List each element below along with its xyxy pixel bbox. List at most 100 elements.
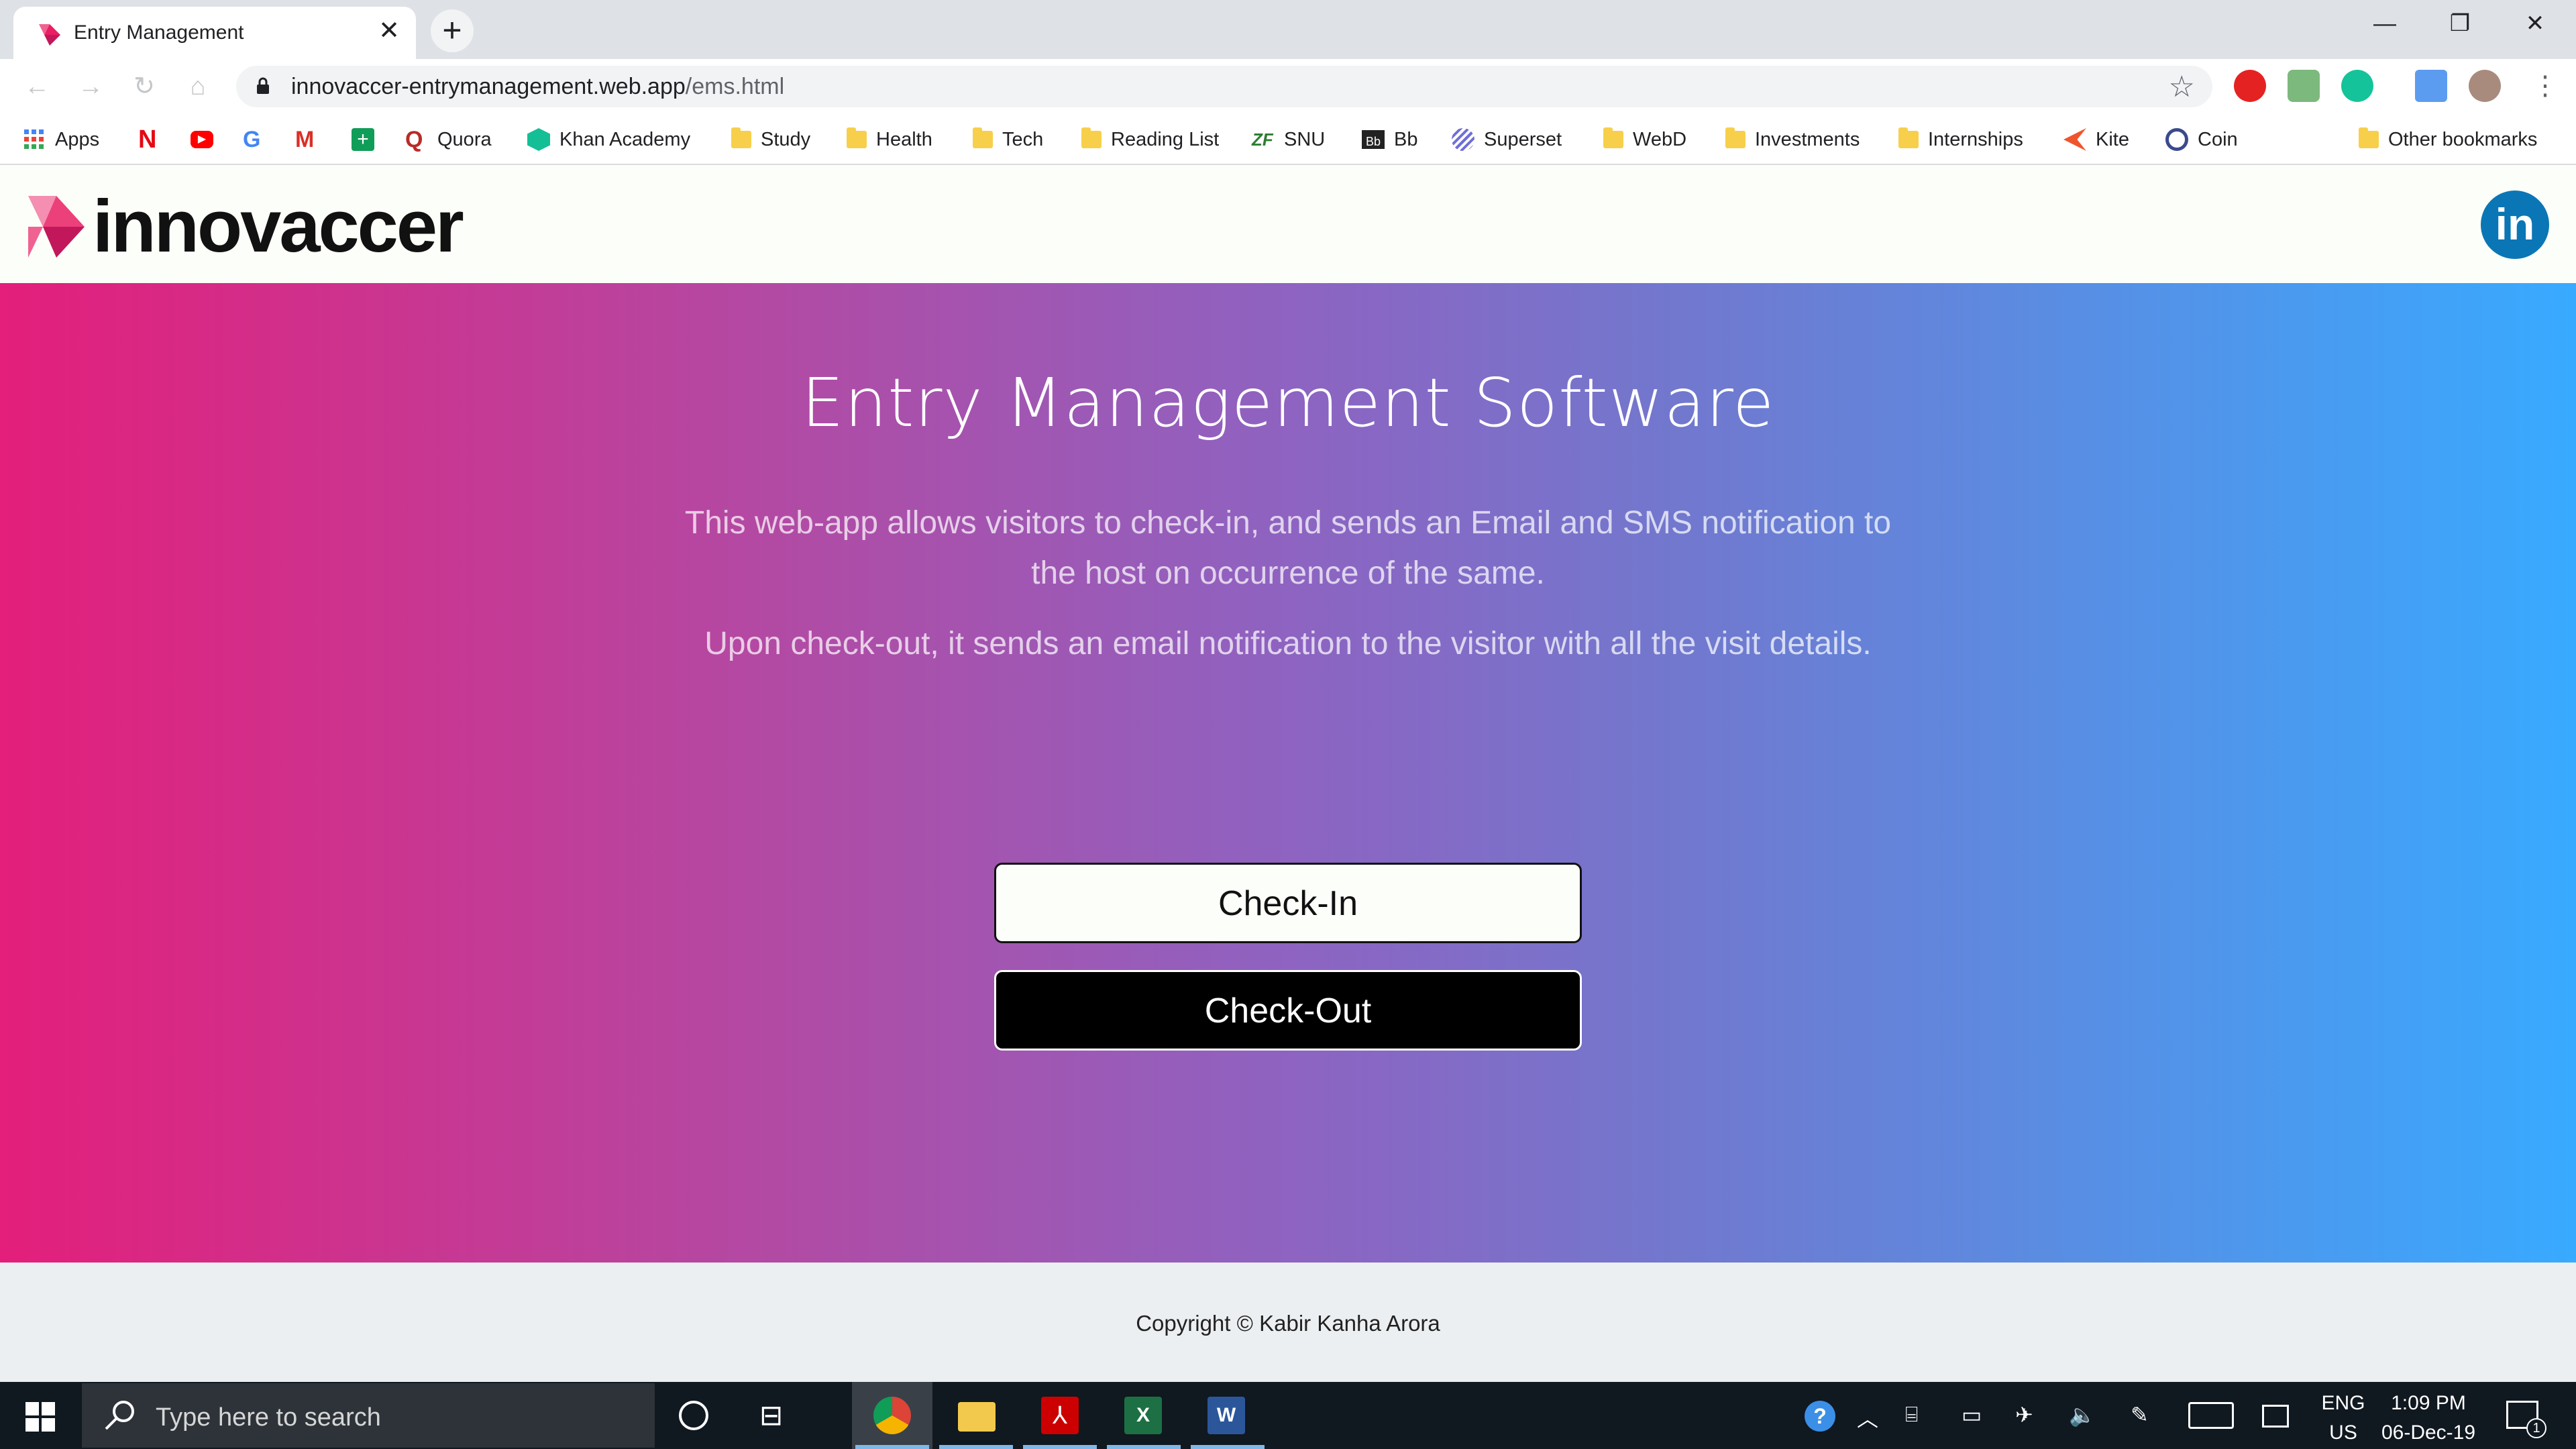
bookmark-other-bookmarks[interactable]: Other bookmarks [2359, 125, 2537, 154]
system-clock[interactable]: 1:09 PM 06-Dec-19 [2375, 1389, 2482, 1448]
bookmark-snu[interactable]: ZF SNU [1252, 125, 1325, 154]
bookmark-gmail[interactable]: M [295, 125, 327, 154]
bookmark-investments[interactable]: Investments [1725, 125, 1860, 154]
bookmark-superset[interactable]: Superset [1452, 125, 1562, 154]
url-text: innovaccer-entrymanagement.web.app/ems.h… [291, 74, 784, 100]
bookmark-quora[interactable]: Q Quora [405, 125, 492, 154]
bookmark-label: Reading List [1111, 128, 1220, 150]
site-footer: Copyright © Kabir Kanha Arora [0, 1263, 2576, 1382]
task-view-icon[interactable]: ⊟ [759, 1397, 797, 1434]
bookmark-label: Bb [1394, 128, 1418, 150]
sheets-icon: + [352, 128, 374, 151]
back-icon[interactable]: ← [19, 68, 55, 105]
bookmark-netflix[interactable]: N [138, 125, 170, 154]
taskbar-search-input[interactable]: Type here to search [82, 1383, 655, 1448]
linkedin-icon[interactable]: in [2481, 191, 2549, 259]
bookmark-star-icon[interactable]: ☆ [2169, 70, 2195, 104]
search-icon [105, 1401, 134, 1430]
chrome-icon[interactable] [873, 1397, 911, 1434]
bookmark-apps[interactable]: Apps [23, 125, 99, 154]
cast-icon[interactable] [2415, 70, 2447, 102]
bookmark-bb[interactable]: Bb Bb [1362, 125, 1417, 154]
excel-icon[interactable]: X [1124, 1397, 1162, 1434]
bookmark-label: Internships [1928, 128, 2023, 150]
menu-kebab-icon[interactable]: ⋮ [2529, 70, 2561, 102]
address-bar[interactable]: innovaccer-entrymanagement.web.app/ems.h… [236, 66, 2212, 107]
file-explorer-icon[interactable] [958, 1402, 996, 1432]
bookmark-label: Other bookmarks [2388, 128, 2538, 150]
folder-icon [1603, 127, 1623, 148]
google-icon: G [243, 127, 261, 152]
bookmark-reading-list[interactable]: Reading List [1081, 125, 1219, 154]
coin-icon [2165, 128, 2188, 151]
grammarly-extension-icon[interactable] [2341, 70, 2373, 102]
bookmark-study[interactable]: Study [731, 125, 810, 154]
language-indicator[interactable]: ENG US [2313, 1389, 2373, 1448]
chevron-up-icon[interactable]: ︿ [1857, 1402, 1878, 1433]
hero-section: Entry Management Software This web-app a… [0, 283, 2576, 1263]
bookmark-label: WebD [1633, 128, 1687, 150]
bookmark-label: Kite [2096, 128, 2129, 150]
airplane-mode-icon[interactable]: ✈ [2015, 1402, 2033, 1428]
windows-start-icon[interactable] [25, 1402, 55, 1432]
bookmarks-bar: Apps N ▶ G M + Q Quora Khan Academy Stud… [0, 114, 2576, 165]
blackboard-icon: Bb [1362, 130, 1385, 149]
bookmark-label: Health [876, 128, 932, 150]
bookmark-tech[interactable]: Tech [973, 125, 1043, 154]
taskbar-indicator [855, 1445, 929, 1449]
innovaccer-logo-icon [28, 196, 85, 258]
pen-icon[interactable]: ✎ [2131, 1402, 2149, 1428]
touch-keyboard-icon[interactable] [2188, 1402, 2234, 1429]
url-host: innovaccer-entrymanagement.web.app [291, 74, 686, 99]
page-title: Entry Management Software [801, 364, 1775, 442]
adblock-extension-icon[interactable] [2234, 70, 2266, 102]
meet-now-icon[interactable]: ⌸ [1905, 1402, 1918, 1428]
battery-icon[interactable]: ▭ [1962, 1402, 1982, 1428]
forward-icon[interactable]: → [72, 68, 109, 105]
snu-icon: ZF [1252, 129, 1273, 150]
extension-2-icon[interactable] [2288, 70, 2320, 102]
youtube-icon: ▶ [191, 131, 213, 148]
tab-title: Entry Management [74, 21, 244, 44]
minimize-icon[interactable]: — [2348, 0, 2422, 47]
new-tab-button[interactable]: + [431, 9, 474, 52]
reload-icon[interactable]: ↻ [126, 68, 162, 105]
folder-icon [1898, 127, 1919, 148]
site-header: innovaccer in [0, 165, 2576, 283]
browser-tab[interactable]: Entry Management ✕ [13, 7, 416, 59]
profile-avatar[interactable] [2469, 70, 2501, 102]
bookmark-coin[interactable]: Coin [2165, 125, 2238, 154]
taskbar-indicator [1107, 1445, 1181, 1449]
check-in-button[interactable]: Check-In [994, 863, 1582, 943]
tab-close-icon[interactable]: ✕ [373, 15, 405, 47]
close-window-icon[interactable]: ✕ [2498, 0, 2572, 47]
clock-time: 1:09 PM [2391, 1392, 2466, 1414]
bookmark-sheets[interactable]: + [352, 125, 384, 154]
brand-logo-text[interactable]: innovaccer [93, 184, 464, 269]
bookmark-webd[interactable]: WebD [1603, 125, 1686, 154]
bookmark-kite[interactable]: Kite [2063, 125, 2129, 154]
home-icon[interactable]: ⌂ [180, 68, 216, 105]
description-paragraph-1: This web-app allows visitors to check-in… [684, 505, 1892, 591]
volume-icon[interactable]: 🔈 [2069, 1402, 2096, 1428]
copyright-text: Copyright © Kabir Kanha Arora [1136, 1311, 1440, 1336]
bookmark-khan-academy[interactable]: Khan Academy [527, 125, 690, 154]
bookmark-youtube[interactable]: ▶ [191, 125, 223, 154]
tablet-mode-icon[interactable] [2262, 1405, 2289, 1428]
bookmark-google[interactable]: G [243, 125, 275, 154]
bookmark-label: Study [761, 128, 811, 150]
check-out-button[interactable]: Check-Out [994, 970, 1582, 1051]
acrobat-icon[interactable]: ⅄ [1041, 1397, 1079, 1434]
restore-icon[interactable]: ❐ [2423, 0, 2497, 47]
help-icon[interactable]: ? [1805, 1401, 1835, 1432]
taskbar-indicator [939, 1445, 1013, 1449]
bookmark-health[interactable]: Health [847, 125, 932, 154]
search-placeholder: Type here to search [156, 1403, 381, 1432]
khan-academy-icon [527, 128, 550, 151]
windows-taskbar: Type here to search ⊟ ⅄ X W ? ︿ ⌸ ▭ ✈ 🔈 … [0, 1382, 2576, 1449]
notification-count-badge: 1 [2526, 1418, 2546, 1438]
word-icon[interactable]: W [1208, 1397, 1245, 1434]
cortana-icon[interactable] [679, 1401, 708, 1430]
bookmark-internships[interactable]: Internships [1898, 125, 2023, 154]
folder-icon [973, 127, 993, 148]
